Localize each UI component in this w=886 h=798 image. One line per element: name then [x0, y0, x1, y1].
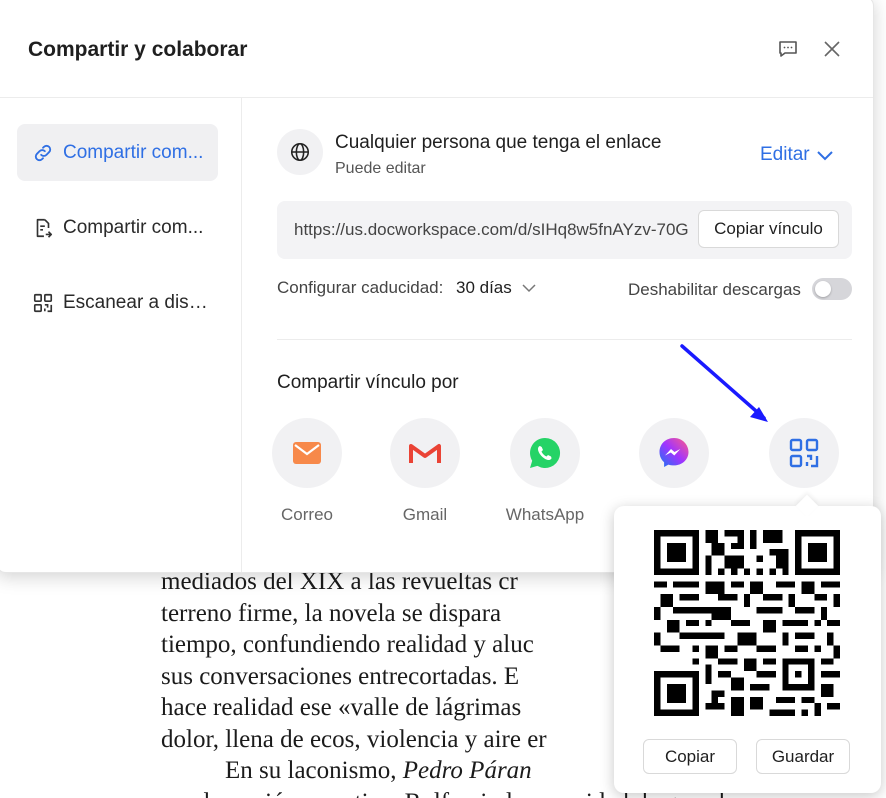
expiry-value: 30 días [456, 278, 512, 297]
link-icon [31, 141, 55, 165]
share-option-label: WhatsApp [505, 505, 585, 524]
feedback-button[interactable] [774, 35, 802, 63]
feedback-icon [779, 41, 797, 57]
disable-downloads-label: Deshabilitar descargas [628, 280, 801, 299]
expiry-dropdown[interactable]: 30 días [456, 278, 536, 298]
gmail-icon [390, 418, 460, 488]
qr-copy-button[interactable]: Copiar [643, 739, 737, 774]
share-email-option[interactable]: Correo [257, 418, 357, 525]
sidebar-item-label: Compartir com... [63, 141, 204, 163]
edit-access-button[interactable]: Editar [760, 144, 834, 166]
globe-icon [277, 129, 323, 175]
chevron-down-icon [522, 283, 536, 292]
sidebar: Compartir com... Compartir com... Escane… [0, 98, 242, 572]
share-via-title: Compartir vínculo por [277, 372, 459, 393]
share-dialog: Compartir y colaborar Compartir com... C… [0, 0, 874, 573]
close-icon [824, 41, 840, 57]
share-panel: Cualquier persona que tenga el enlace Pu… [242, 98, 873, 572]
annotation-arrow-icon [680, 344, 768, 422]
link-box: https://us.docworkspace.com/d/sIHq8w5fnA… [277, 201, 852, 259]
document-paragraph-start: En su laconismo, [225, 757, 403, 784]
qr-code-image [654, 530, 840, 716]
document-share-icon [31, 216, 55, 240]
sidebar-item-scan-device[interactable]: Escanear a disp... [17, 274, 218, 331]
sidebar-item-label: Escanear a disp... [63, 291, 213, 313]
share-option-label: Correo [281, 505, 333, 524]
sidebar-item-share-link[interactable]: Compartir com... [17, 124, 218, 181]
chevron-down-icon [816, 151, 833, 161]
edit-access-label: Editar [760, 144, 810, 165]
copy-link-button[interactable]: Copiar vínculo [698, 210, 839, 248]
share-gmail-option[interactable]: Gmail [375, 418, 475, 525]
qr-code-icon [31, 291, 55, 315]
share-whatsapp-option[interactable]: WhatsApp [495, 418, 595, 525]
qr-save-button[interactable]: Guardar [756, 739, 850, 774]
document-book-title: Pedro Páran [402, 757, 532, 784]
access-title: Cualquier persona que tenga el enlace [335, 132, 662, 153]
whatsapp-icon [510, 418, 580, 488]
share-option-label: Gmail [402, 505, 448, 524]
mail-icon [272, 418, 342, 488]
sidebar-item-share-as[interactable]: Compartir com... [17, 199, 218, 256]
sidebar-item-label: Compartir com... [63, 216, 204, 238]
qr-code-popup: Copiar Guardar [614, 506, 881, 793]
dialog-header: Compartir y colaborar [0, 0, 873, 98]
disable-downloads-toggle[interactable] [812, 278, 852, 300]
close-button[interactable] [818, 35, 846, 63]
expiry-label: Configurar caducidad: [277, 278, 444, 297]
share-link-url[interactable]: https://us.docworkspace.com/d/sIHq8w5fnA… [294, 220, 694, 240]
access-permission: Puede editar [335, 160, 426, 177]
dialog-title: Compartir y colaborar [28, 38, 248, 61]
toggle-knob [815, 281, 831, 297]
